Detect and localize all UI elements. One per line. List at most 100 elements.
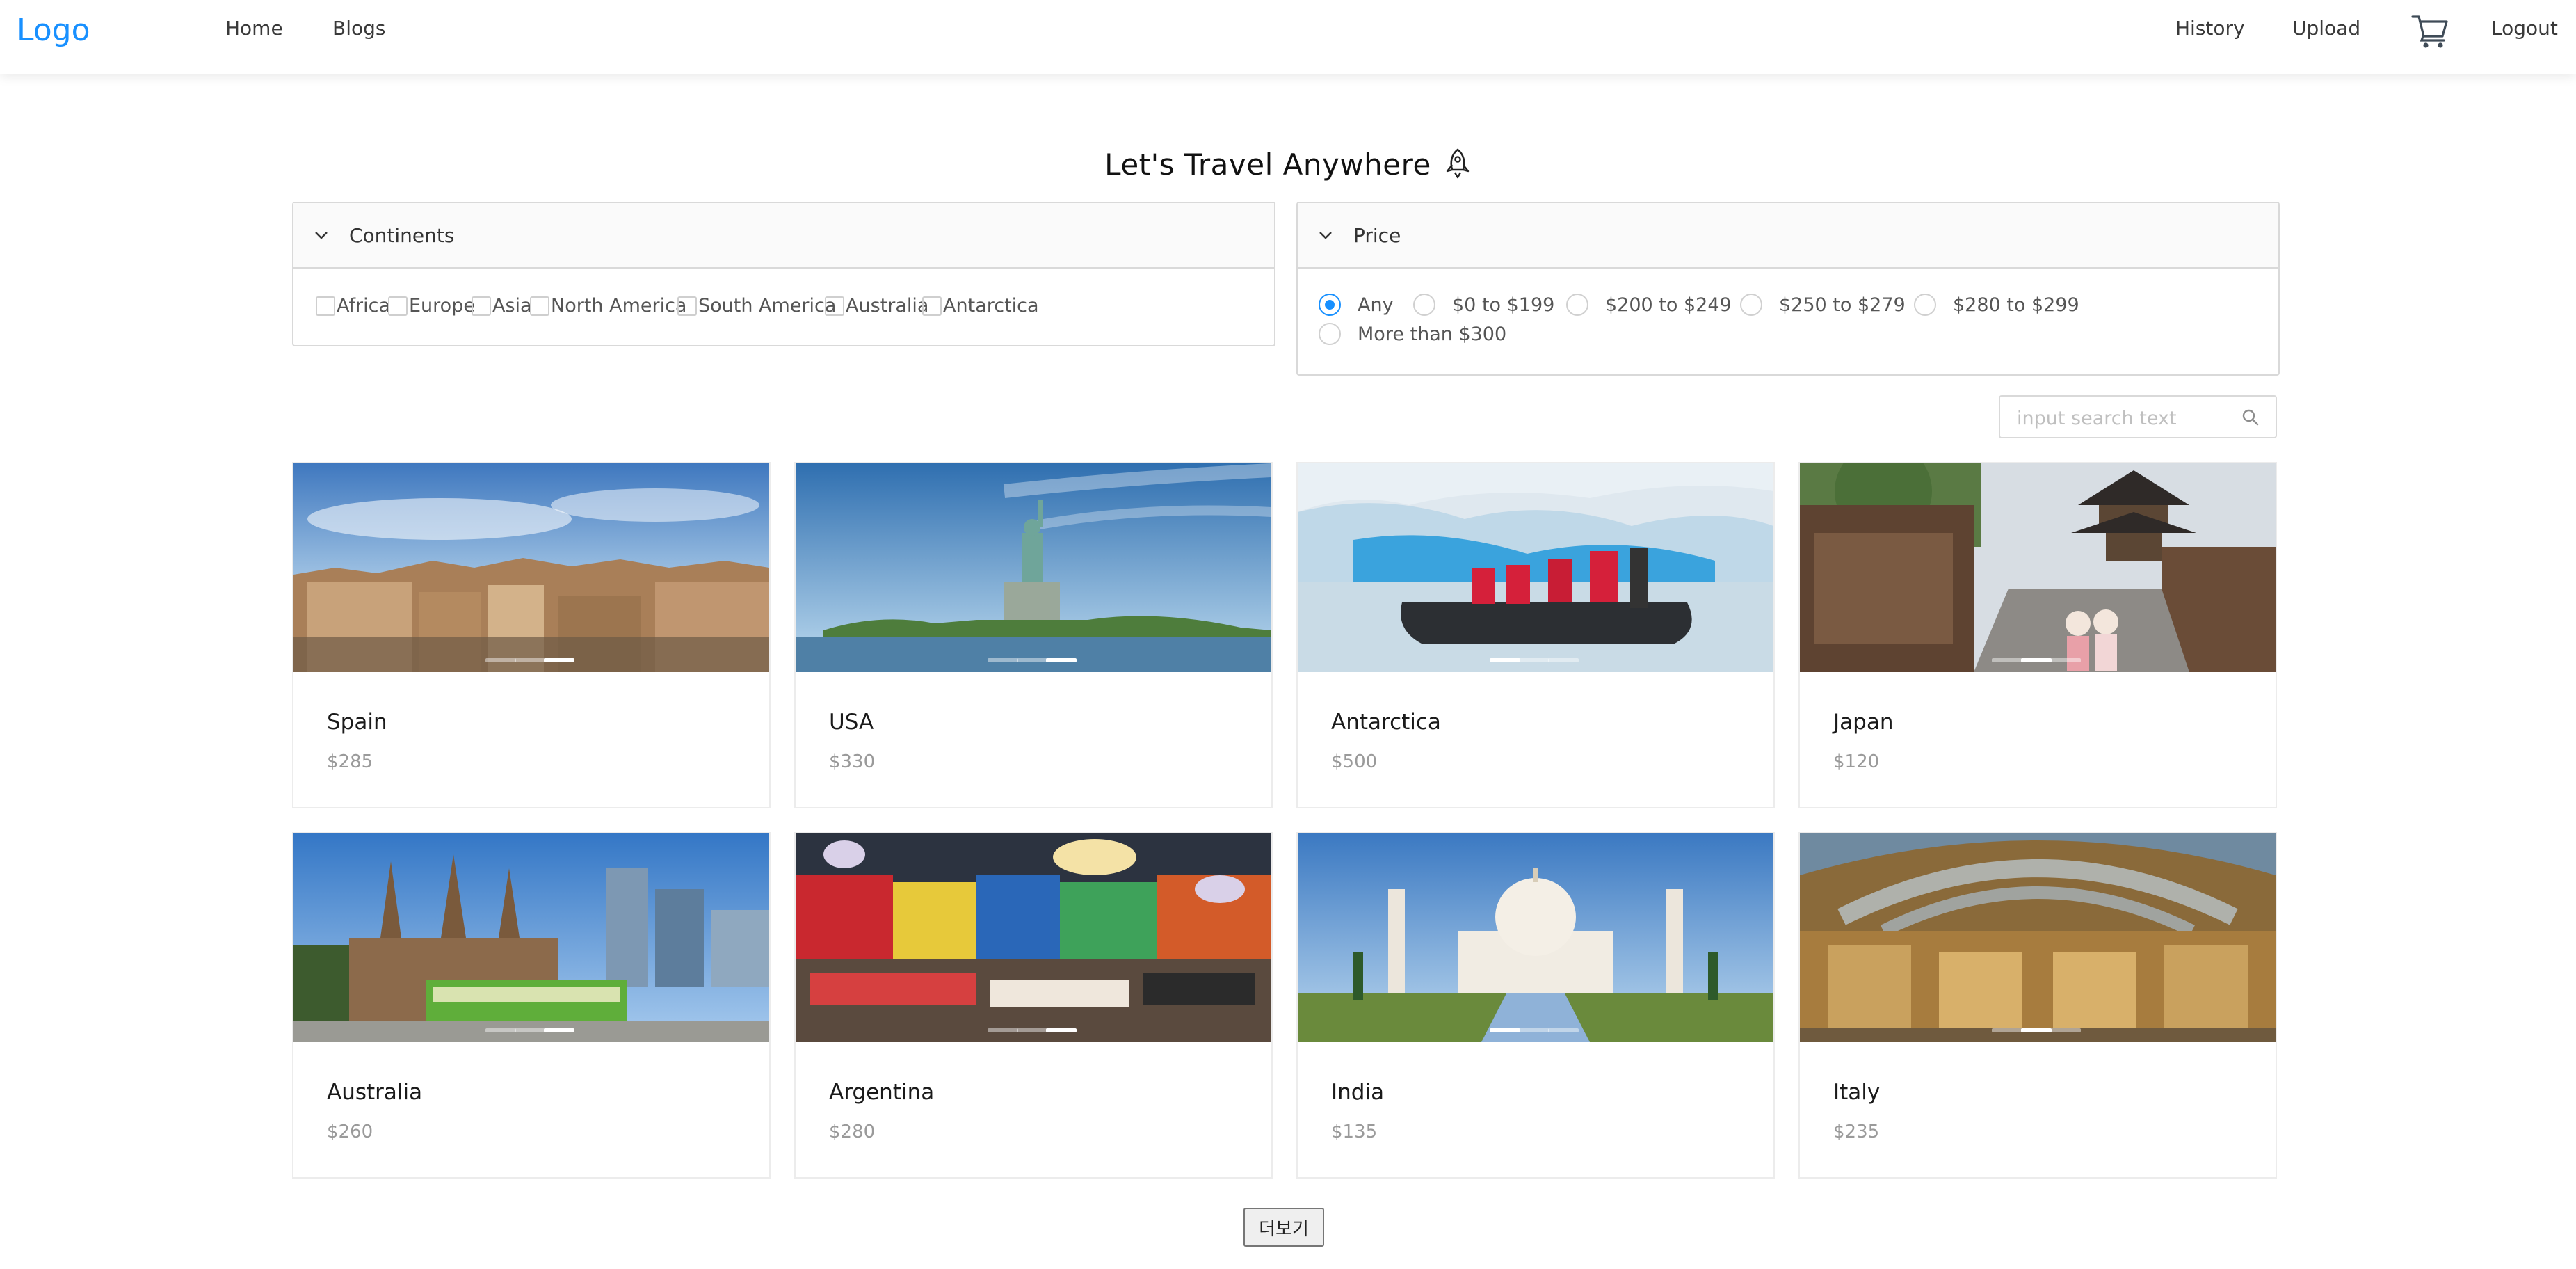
checkbox-box[interactable] bbox=[530, 296, 549, 316]
product-price: $260 bbox=[327, 1122, 373, 1142]
radio-circle[interactable] bbox=[1914, 294, 1936, 316]
carousel-dot[interactable] bbox=[988, 658, 1018, 662]
nav-blogs-link[interactable]: Blogs bbox=[332, 17, 385, 40]
checkbox-box[interactable] bbox=[825, 296, 844, 316]
carousel-dot-active[interactable] bbox=[1046, 658, 1077, 662]
radio-circle[interactable] bbox=[1413, 294, 1435, 316]
checkbox-box[interactable] bbox=[472, 296, 491, 316]
product-card-japan[interactable]: Japan $120 bbox=[1798, 462, 2277, 808]
carousel-dot-active[interactable] bbox=[544, 1028, 574, 1032]
nav-history-link[interactable]: History bbox=[2175, 17, 2245, 40]
carousel-dot-active[interactable] bbox=[2021, 1028, 2052, 1032]
radio-circle[interactable] bbox=[1566, 294, 1588, 316]
nav-home-link[interactable]: Home bbox=[225, 17, 283, 40]
radio-label: $200 to $249 bbox=[1605, 294, 1732, 316]
carousel-dot[interactable] bbox=[1992, 1028, 2022, 1032]
product-card-australia[interactable]: Australia $260 bbox=[292, 832, 771, 1179]
checkbox-europe[interactable]: Europe bbox=[388, 295, 475, 317]
product-image-usa[interactable] bbox=[796, 463, 1271, 672]
carousel-dot[interactable] bbox=[1017, 658, 1047, 662]
product-image-japan[interactable] bbox=[1800, 463, 2276, 672]
checkbox-box[interactable] bbox=[316, 296, 335, 316]
product-image-antarctica[interactable] bbox=[1298, 463, 1773, 672]
carousel-dot-active[interactable] bbox=[544, 658, 574, 662]
carousel-dot[interactable] bbox=[1548, 1028, 1579, 1032]
search-input[interactable] bbox=[2015, 404, 2227, 433]
product-card-usa[interactable]: USA $330 bbox=[794, 462, 1273, 808]
carousel-indicator bbox=[1298, 658, 1773, 664]
search-icon[interactable] bbox=[2241, 408, 2260, 427]
radio-label: $250 to $279 bbox=[1779, 294, 1906, 316]
checkbox-box[interactable] bbox=[922, 296, 942, 316]
product-card-spain[interactable]: Spain $285 bbox=[292, 462, 771, 808]
carousel-dot[interactable] bbox=[515, 658, 545, 662]
carousel-dot[interactable] bbox=[2050, 658, 2081, 662]
radio-circle[interactable] bbox=[1319, 323, 1341, 345]
carousel-dot-active[interactable] bbox=[1490, 658, 1520, 662]
carousel-dot[interactable] bbox=[1519, 658, 1549, 662]
carousel-dot[interactable] bbox=[515, 1028, 545, 1032]
chevron-down-icon bbox=[315, 232, 328, 239]
checkbox-north-america[interactable]: North America bbox=[530, 295, 686, 317]
product-image-australia[interactable] bbox=[293, 833, 769, 1042]
checkbox-antarctica[interactable]: Antarctica bbox=[922, 295, 1039, 317]
product-card-argentina[interactable]: Argentina $280 bbox=[794, 832, 1273, 1179]
checkbox-label: Europe bbox=[409, 295, 475, 317]
radio-label: $280 to $299 bbox=[1953, 294, 2079, 316]
product-price: $330 bbox=[829, 751, 876, 772]
carousel-dot[interactable] bbox=[1992, 658, 2022, 662]
carousel-indicator bbox=[293, 658, 769, 664]
price-panel-header[interactable]: Price bbox=[1298, 203, 2278, 269]
product-image-argentina[interactable] bbox=[796, 833, 1271, 1042]
radio-price-any[interactable]: Any bbox=[1319, 294, 1394, 316]
nav-upload-link[interactable]: Upload bbox=[2292, 17, 2360, 40]
carousel-dot[interactable] bbox=[485, 1028, 516, 1032]
chevron-down-icon bbox=[1319, 232, 1332, 239]
checkbox-box[interactable] bbox=[677, 296, 697, 316]
product-card-india[interactable]: India $135 bbox=[1296, 832, 1775, 1179]
carousel-dot[interactable] bbox=[1017, 1028, 1047, 1032]
checkbox-label: Australia bbox=[846, 295, 929, 317]
radio-label: $0 to $199 bbox=[1452, 294, 1555, 316]
product-image-italy[interactable] bbox=[1800, 833, 2276, 1042]
product-image-india[interactable] bbox=[1298, 833, 1773, 1042]
radio-circle[interactable] bbox=[1319, 294, 1341, 316]
cart-icon[interactable] bbox=[2410, 11, 2449, 50]
top-navbar: Logo Home Blogs History Upload Logout bbox=[0, 0, 2576, 74]
radio-price-250-279[interactable]: $250 to $279 bbox=[1740, 294, 1906, 316]
checkbox-label: Antarctica bbox=[943, 295, 1039, 317]
radio-price-0-199[interactable]: $0 to $199 bbox=[1413, 294, 1554, 316]
product-card-antarctica[interactable]: Antarctica $500 bbox=[1296, 462, 1775, 808]
carousel-dot-active[interactable] bbox=[2021, 658, 2052, 662]
product-image-spain[interactable] bbox=[293, 463, 769, 672]
price-filter-panel: Price bbox=[1296, 202, 2280, 376]
radio-price-300-plus[interactable]: More than $300 bbox=[1319, 323, 1506, 345]
nav-logout-link[interactable]: Logout bbox=[2491, 17, 2558, 40]
logo[interactable]: Logo bbox=[17, 13, 90, 48]
continents-panel-header[interactable]: Continents bbox=[293, 203, 1274, 269]
checkbox-australia[interactable]: Australia bbox=[825, 295, 928, 317]
carousel-dot-active[interactable] bbox=[1490, 1028, 1520, 1032]
radio-price-280-299[interactable]: $280 to $299 bbox=[1914, 294, 2079, 316]
page-title-text: Let's Travel Anywhere bbox=[1104, 147, 1431, 182]
product-name: India bbox=[1331, 1080, 1385, 1105]
checkbox-label: South America bbox=[698, 295, 837, 317]
radio-circle[interactable] bbox=[1740, 294, 1762, 316]
checkbox-box[interactable] bbox=[388, 296, 408, 316]
carousel-dot-active[interactable] bbox=[1046, 1028, 1077, 1032]
carousel-dot[interactable] bbox=[2050, 1028, 2081, 1032]
carousel-dot[interactable] bbox=[1519, 1028, 1549, 1032]
checkbox-africa[interactable]: Africa bbox=[316, 295, 390, 317]
radio-price-200-249[interactable]: $200 to $249 bbox=[1566, 294, 1732, 316]
load-more-button[interactable]: 더보기 bbox=[1243, 1208, 1324, 1247]
checkbox-asia[interactable]: Asia bbox=[472, 295, 532, 317]
product-name: Japan bbox=[1833, 710, 1894, 735]
checkbox-south-america[interactable]: South America bbox=[677, 295, 836, 317]
radio-label: Any bbox=[1358, 294, 1394, 316]
product-name: USA bbox=[829, 710, 874, 735]
carousel-dot[interactable] bbox=[1548, 658, 1579, 662]
carousel-dot[interactable] bbox=[485, 658, 516, 662]
carousel-dot[interactable] bbox=[988, 1028, 1018, 1032]
product-card-italy[interactable]: Italy $235 bbox=[1798, 832, 2277, 1179]
page-title: Let's Travel Anywhere bbox=[0, 147, 2576, 182]
